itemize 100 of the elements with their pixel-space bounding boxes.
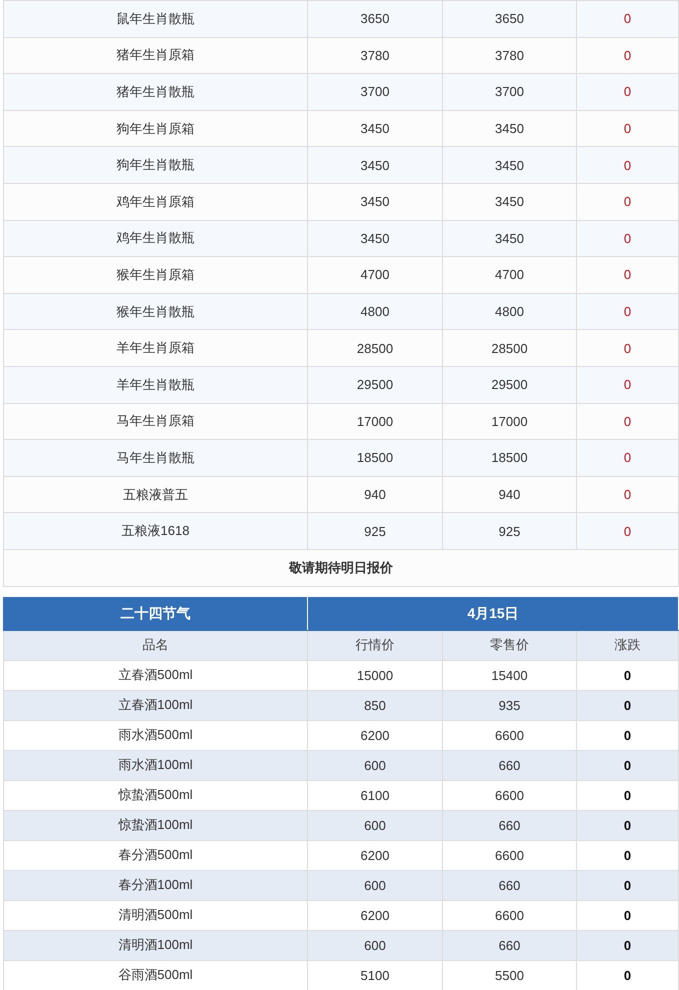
retail-price-cell: 3700 (442, 74, 576, 110)
product-name-cell: 谷雨酒500ml (4, 960, 308, 990)
retail-price-cell: 935 (442, 690, 576, 720)
retail-price-cell: 3450 (442, 110, 576, 147)
retail-price-cell: 3650 (442, 0, 576, 38)
retail-price-cell: 925 (442, 512, 576, 550)
market-price-cell: 6200 (308, 720, 442, 750)
price-change-cell: 0 (576, 440, 678, 476)
price-change-cell: 0 (576, 930, 678, 960)
price-change-cell: 0 (576, 37, 678, 74)
column-header: 涨跌 (576, 630, 678, 660)
product-name-cell: 五粮液1618 (4, 512, 308, 550)
price-change-cell: 0 (576, 810, 678, 840)
product-name-cell: 猴年生肖原箱 (4, 256, 308, 294)
market-price-cell: 3650 (308, 0, 442, 38)
market-price-cell: 940 (308, 476, 442, 513)
price-change-cell: 0 (576, 512, 678, 550)
market-price-cell: 3780 (308, 37, 442, 74)
product-name-cell: 鼠年生肖散瓶 (4, 0, 308, 38)
market-price-cell: 28500 (308, 330, 442, 366)
price-change-cell: 0 (576, 183, 678, 220)
price-change-cell: 0 (576, 690, 678, 720)
price-change-cell: 0 (576, 293, 678, 330)
product-name-cell: 五粮液普五 (4, 476, 308, 513)
retail-price-cell: 28500 (442, 330, 576, 366)
retail-price-cell: 940 (442, 476, 576, 513)
price-change-cell: 0 (576, 330, 678, 366)
market-price-cell: 3450 (308, 146, 442, 184)
market-price-cell: 600 (308, 810, 442, 840)
market-price-cell: 600 (308, 750, 442, 780)
price-change-cell: 0 (576, 220, 678, 257)
product-name-cell: 春分酒500ml (4, 840, 308, 870)
retail-price-cell: 4800 (442, 293, 576, 330)
product-name-cell: 羊年生肖散瓶 (4, 366, 308, 404)
retail-price-cell: 3450 (442, 220, 576, 257)
retail-price-cell: 660 (442, 930, 576, 960)
product-name-cell: 狗年生肖原箱 (4, 110, 308, 147)
product-name-cell: 惊蛰酒500ml (4, 780, 308, 810)
price-change-cell: 0 (576, 870, 678, 900)
market-price-cell: 925 (308, 512, 442, 550)
retail-price-cell: 17000 (442, 403, 576, 440)
product-name-cell: 鸡年生肖散瓶 (4, 220, 308, 257)
product-name-cell: 清明酒500ml (4, 900, 308, 930)
retail-price-cell: 5500 (442, 960, 576, 990)
market-price-cell: 600 (308, 930, 442, 960)
column-header: 零售价 (442, 630, 576, 660)
product-name-cell: 猴年生肖散瓶 (4, 293, 308, 330)
product-name-cell: 雨水酒500ml (4, 720, 308, 750)
retail-price-cell: 6600 (442, 720, 576, 750)
date-header: 4月15日 (308, 597, 678, 630)
market-price-cell: 18500 (308, 440, 442, 476)
retail-price-cell: 6600 (442, 780, 576, 810)
market-price-cell: 3450 (308, 183, 442, 220)
price-change-cell: 0 (576, 750, 678, 780)
retail-price-cell: 3450 (442, 146, 576, 184)
price-change-cell: 0 (576, 960, 678, 990)
product-name-cell: 惊蛰酒100ml (4, 810, 308, 840)
market-price-cell: 6200 (308, 900, 442, 930)
market-price-cell: 15000 (308, 660, 442, 690)
market-price-cell: 3450 (308, 220, 442, 257)
price-change-cell: 0 (576, 0, 678, 38)
product-name-cell: 立春酒500ml (4, 660, 308, 690)
market-price-cell: 600 (308, 870, 442, 900)
retail-price-cell: 18500 (442, 440, 576, 476)
price-change-cell: 0 (576, 403, 678, 440)
retail-price-cell: 29500 (442, 366, 576, 404)
price-change-cell: 0 (576, 780, 678, 810)
market-price-cell: 4700 (308, 256, 442, 294)
market-price-cell: 3700 (308, 74, 442, 110)
product-name-cell: 羊年生肖原箱 (4, 330, 308, 366)
market-price-cell: 29500 (308, 366, 442, 404)
column-header: 品名 (4, 630, 308, 660)
product-name-cell: 马年生肖散瓶 (4, 440, 308, 476)
product-name-cell: 马年生肖原箱 (4, 403, 308, 440)
table-title: 二十四节气 (4, 597, 308, 630)
product-name-cell: 雨水酒100ml (4, 750, 308, 780)
product-name-cell: 清明酒100ml (4, 930, 308, 960)
retail-price-cell: 660 (442, 810, 576, 840)
product-name-cell: 狗年生肖散瓶 (4, 146, 308, 184)
retail-price-cell: 3450 (442, 183, 576, 220)
retail-price-cell: 660 (442, 750, 576, 780)
market-price-cell: 5100 (308, 960, 442, 990)
price-change-cell: 0 (576, 366, 678, 404)
product-name-cell: 猪年生肖散瓶 (4, 74, 308, 110)
column-header: 行情价 (308, 630, 442, 660)
price-change-cell: 0 (576, 840, 678, 870)
price-change-cell: 0 (576, 476, 678, 513)
price-change-cell: 0 (576, 900, 678, 930)
market-price-cell: 6100 (308, 780, 442, 810)
product-name-cell: 立春酒100ml (4, 690, 308, 720)
product-name-cell: 鸡年生肖原箱 (4, 183, 308, 220)
product-name-cell: 春分酒100ml (4, 870, 308, 900)
price-change-cell: 0 (576, 660, 678, 690)
retail-price-cell: 15400 (442, 660, 576, 690)
retail-price-cell: 3780 (442, 37, 576, 74)
market-price-cell: 6200 (308, 840, 442, 870)
market-price-cell: 3450 (308, 110, 442, 147)
retail-price-cell: 4700 (442, 256, 576, 294)
retail-price-cell: 6600 (442, 840, 576, 870)
market-price-cell: 850 (308, 690, 442, 720)
